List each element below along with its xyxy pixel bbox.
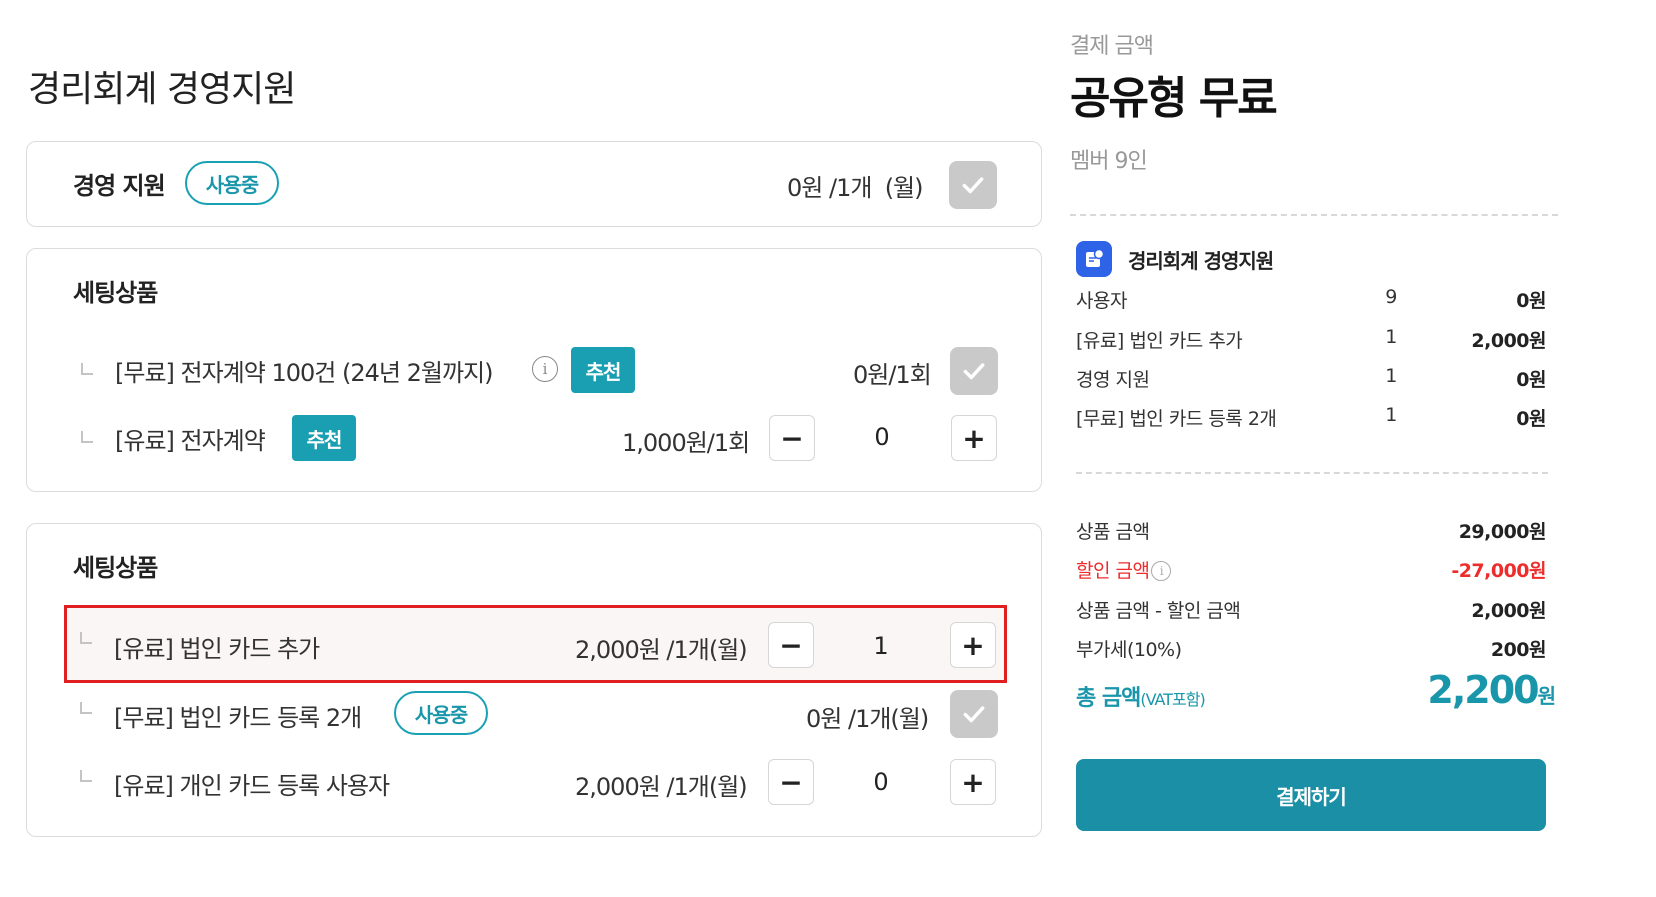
quantity-value: 0 [873,768,889,796]
plus-icon: + [961,765,985,799]
in-use-badge: 사용중 [394,691,488,735]
decrement-button[interactable]: − [769,415,815,461]
summary-line: 사용자 9 0원 [1076,286,1546,312]
summary-line: [무료] 법인 카드 등록 2개 1 0원 [1076,404,1546,430]
divider [1070,214,1558,216]
in-use-badge: 사용중 [185,161,279,205]
item-price: 0원 /1개(월) [806,705,929,733]
recommend-tag: 추천 [292,415,356,461]
summary-line: 경영 지원 1 0원 [1076,365,1546,391]
check-icon [963,363,985,380]
management-price: 0원 /1개 (월) [787,174,923,202]
plus-icon: + [961,628,985,662]
increment-button[interactable]: + [951,415,997,461]
minus-icon: − [779,628,803,662]
management-title: 경영 지원 [73,172,166,200]
recommend-tag: 추천 [571,347,635,393]
summary-line: [유료] 법인 카드 추가 1 2,000원 [1076,326,1546,352]
tree-elbow-icon [81,431,93,443]
total-amount-label: 총 금액(VAT포함) [1076,686,1206,711]
discount-amount-row: 할인 금액 i -27,000원 [1076,560,1546,582]
plus-icon: + [962,421,986,455]
item-label: [유료] 법인 카드 추가 [114,635,320,663]
tree-elbow-icon [80,702,92,714]
payment-amount-label: 결제 금액 [1070,34,1154,59]
minus-icon: − [780,421,804,455]
item-label: [무료] 법인 카드 등록 2개 [114,704,362,732]
check-icon [962,177,984,194]
check-icon [963,706,985,723]
item-label: [무료] 전자계약 100건 (24년 2월까지) [115,359,493,387]
section-title: 세팅상품 [73,279,158,307]
item-label: [유료] 전자계약 [115,427,266,455]
product-amount-row: 상품 금액 29,000원 [1076,521,1547,543]
increment-button[interactable]: + [950,759,996,805]
increment-button[interactable]: + [950,622,996,668]
item-checkbox[interactable] [950,690,998,738]
decrement-button[interactable]: − [768,759,814,805]
decrement-button[interactable]: − [768,622,814,668]
item-price: 2,000원 /1개(월) [575,636,748,664]
vat-row: 부가세(10%) 200원 [1076,639,1547,661]
quantity-value: 0 [874,423,890,451]
item-label: [유료] 개인 카드 등록 사용자 [114,772,390,800]
total-amount-value: 2,200원 [1427,668,1556,712]
minus-icon: − [779,765,803,799]
plan-name: 공유형 무료 [1070,73,1278,124]
divider [1076,472,1548,474]
app-name: 경리회계 경영지원 [1128,249,1274,273]
tree-elbow-icon [80,632,92,644]
pay-button[interactable]: 결제하기 [1076,759,1546,831]
app-icon [1076,241,1112,277]
management-checkbox[interactable] [949,161,997,209]
info-icon[interactable]: i [532,356,558,382]
tree-elbow-icon [80,770,92,782]
section-title: 세팅상품 [73,554,158,582]
quantity-value: 1 [873,632,889,660]
item-price: 2,000원 /1개(월) [575,773,748,801]
item-checkbox[interactable] [950,347,998,395]
item-price: 1,000원/1회 [622,429,750,457]
tree-elbow-icon [81,363,93,375]
net-amount-row: 상품 금액 - 할인 금액 2,000원 [1076,600,1546,622]
info-icon[interactable]: i [1151,561,1172,581]
settings-card-1: 세팅상품 [무료] 전자계약 100건 (24년 2월까지) i 추천 0원/1… [26,248,1042,492]
management-card: 경영 지원 사용중 0원 /1개 (월) [26,141,1042,227]
page-title: 경리회계 경영지원 [28,69,296,110]
member-count: 멤버 9인 [1070,149,1148,174]
item-price: 0원/1회 [853,361,932,389]
